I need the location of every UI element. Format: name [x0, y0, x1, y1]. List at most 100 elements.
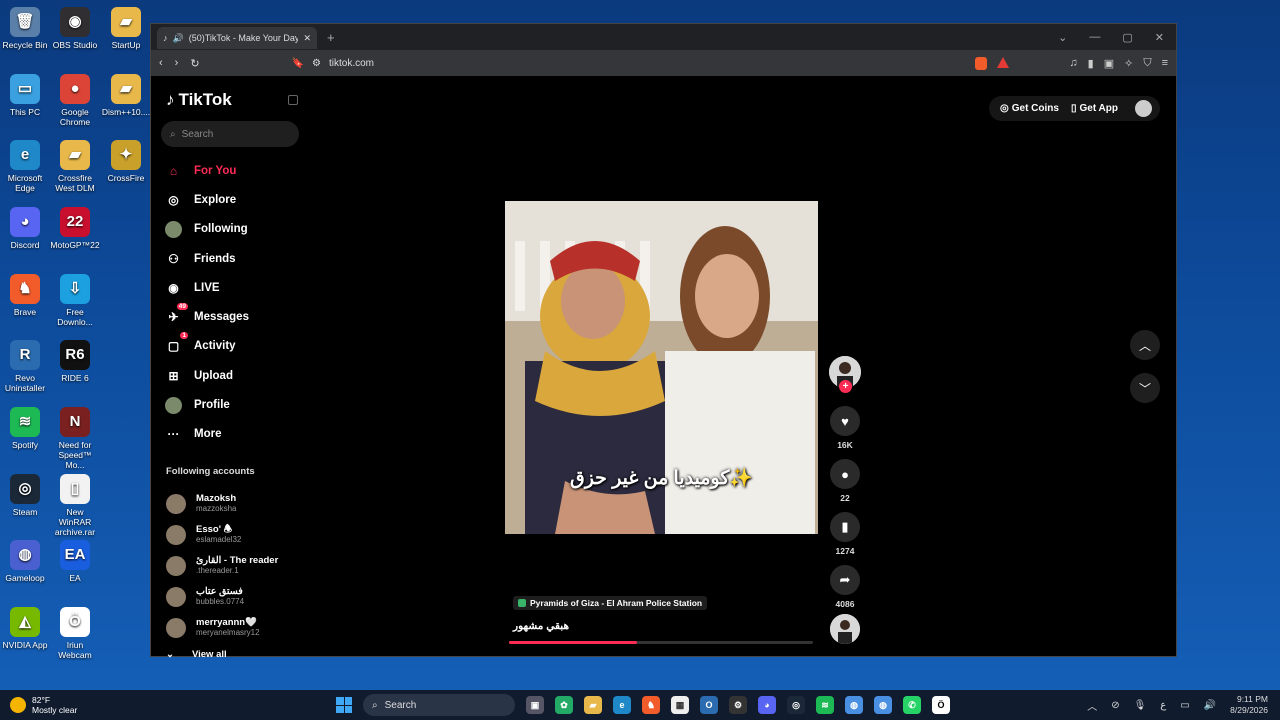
- desktop-icon[interactable]: Ö Iriun Webcam: [50, 607, 100, 660]
- nav-item[interactable]: ◉ LIVE: [165, 273, 249, 302]
- desktop-icon[interactable]: EA EA: [50, 540, 100, 583]
- file-explorer-icon[interactable]: ▰: [584, 696, 602, 714]
- bookmark-icon[interactable]: 🔖: [292, 58, 304, 69]
- search-input[interactable]: ⌕ Search: [161, 121, 299, 147]
- app-icon-2[interactable]: ◍: [874, 696, 892, 714]
- nav-item[interactable]: ◎ Explore: [165, 185, 249, 214]
- brave-rewards-icon[interactable]: [997, 56, 1010, 68]
- iriun-icon[interactable]: Ö: [932, 696, 950, 714]
- site-info-icon[interactable]: ⚙: [312, 58, 321, 69]
- desktop-icon[interactable]: ◕ Discord: [0, 207, 50, 250]
- weather-widget[interactable]: 82°F Mostly clear: [0, 695, 300, 715]
- following-account[interactable]: القارئ - The reader .thereader.1: [166, 550, 278, 581]
- whatsapp-icon[interactable]: ✆: [903, 696, 921, 714]
- video-progress-bar[interactable]: [509, 641, 813, 644]
- settings-icon[interactable]: ⚙: [729, 696, 747, 714]
- nav-item[interactable]: ⚇ Friends: [165, 244, 249, 273]
- desktop-icon[interactable]: ▭ This PC: [0, 74, 50, 117]
- display-icon[interactable]: ▭: [1180, 700, 1189, 711]
- close-tab-icon[interactable]: ✕: [303, 33, 311, 44]
- start-button[interactable]: [336, 697, 352, 713]
- desktop-icon[interactable]: ◉ OBS Studio: [50, 7, 100, 50]
- desktop-icon[interactable]: ◭ NVIDIA App: [0, 607, 50, 650]
- desktop-icon[interactable]: ≋ Spotify: [0, 407, 50, 450]
- nav-item[interactable]: ··· More: [165, 420, 249, 449]
- desktop-icon[interactable]: ▰ Crossfire West DLM: [50, 140, 100, 193]
- app-icon[interactable]: ◍: [845, 696, 863, 714]
- comment-button[interactable]: ●: [830, 459, 860, 489]
- desktop-icon[interactable]: N Need for Speed™ Mo...: [50, 407, 100, 470]
- like-button[interactable]: ♥: [830, 406, 860, 436]
- desktop-icon[interactable]: ✦ CrossFire: [101, 140, 151, 183]
- taskbar-search[interactable]: ⌕ Search: [363, 694, 515, 716]
- language-indicator[interactable]: ع: [1160, 700, 1166, 711]
- wallet-icon[interactable]: ▣: [1104, 57, 1114, 70]
- get-app-button[interactable]: ▯ Get App: [1068, 103, 1121, 114]
- next-video-button[interactable]: ﹀: [1130, 373, 1160, 403]
- brave-shields-icon[interactable]: [975, 56, 988, 70]
- clock[interactable]: 9:11 PM 8/29/2026: [1230, 694, 1268, 716]
- vpn-icon[interactable]: ⛉: [1143, 57, 1151, 70]
- tab-tiktok[interactable]: ♪ 🔊 (50)TikTok - Make Your Day ✕: [157, 27, 317, 49]
- save-button[interactable]: ▮: [830, 512, 860, 542]
- view-all-link[interactable]: ⌄ View all: [166, 649, 227, 660]
- reload-icon[interactable]: ↻: [190, 57, 199, 70]
- video-player[interactable]: كوميديا من غير حزق✨: [505, 201, 818, 534]
- spotify-icon[interactable]: ≋: [816, 696, 834, 714]
- desktop-icon[interactable]: ⇩ Free Downlo...: [50, 274, 100, 327]
- previous-video-button[interactable]: ︿: [1130, 330, 1160, 360]
- leo-ai-icon[interactable]: ✧: [1124, 57, 1133, 70]
- desktop-icon[interactable]: ▰ StartUp: [101, 7, 151, 50]
- desktop-icon[interactable]: ♞ Brave: [0, 274, 50, 317]
- audio-icon[interactable]: 🔊: [173, 33, 184, 44]
- network-off-icon[interactable]: ⊘: [1111, 700, 1119, 711]
- desktop-icon[interactable]: 🗑 Recycle Bin: [0, 7, 50, 50]
- desktop-icon[interactable]: R Revo Uninstaller: [0, 340, 50, 393]
- show-hidden-icons[interactable]: ︿: [1087, 698, 1097, 713]
- desktop-icon[interactable]: ◎ Steam: [0, 474, 50, 517]
- minimize-icon[interactable]: —: [1089, 31, 1100, 44]
- steam-icon[interactable]: ◎: [787, 696, 805, 714]
- nav-item[interactable]: ▢ 1 Activity: [165, 331, 249, 361]
- collapse-sidebar-icon[interactable]: [288, 95, 298, 105]
- edge-icon[interactable]: e: [613, 696, 631, 714]
- desktop-icon[interactable]: R6 RIDE 6: [50, 340, 100, 383]
- tab-search-icon[interactable]: ⌄: [1058, 31, 1067, 44]
- share-button[interactable]: ➦: [830, 565, 860, 595]
- nav-item[interactable]: Profile: [165, 390, 249, 419]
- discord-icon[interactable]: ◕: [758, 696, 776, 714]
- following-account[interactable]: Esso' 🕭 eslamadel32: [166, 519, 278, 550]
- desktop-icon[interactable]: ◍ Gameloop: [0, 540, 50, 583]
- close-window-icon[interactable]: ✕: [1155, 31, 1164, 44]
- following-account[interactable]: فستق عتاب bubbles.0774: [166, 581, 278, 612]
- brave-icon[interactable]: ♞: [642, 696, 660, 714]
- desktop-icon[interactable]: e Microsoft Edge: [0, 140, 50, 193]
- get-coins-button[interactable]: ◎ Get Coins: [997, 103, 1062, 114]
- store-icon[interactable]: ▦: [671, 696, 689, 714]
- new-tab-icon[interactable]: +: [327, 30, 335, 45]
- nav-item[interactable]: ⊞ Upload: [165, 361, 249, 390]
- user-avatar[interactable]: [1135, 100, 1152, 117]
- forward-icon[interactable]: ›: [175, 57, 179, 69]
- following-account[interactable]: Mazoksh mazzoksha: [166, 488, 278, 519]
- tiktok-logo[interactable]: ♪ TikTok: [166, 90, 232, 110]
- maximize-icon[interactable]: ▢: [1122, 31, 1132, 44]
- nav-item[interactable]: ✈ 49 Messages: [165, 302, 249, 331]
- back-icon[interactable]: ‹: [159, 57, 163, 69]
- url-field[interactable]: tiktok.com: [329, 58, 374, 69]
- nav-item[interactable]: ⌂ For You: [165, 156, 249, 185]
- following-account[interactable]: merryannn🤍 meryanelmasry12: [166, 612, 278, 643]
- desktop-icon[interactable]: ● Google Chrome: [50, 74, 100, 127]
- desktop-icon[interactable]: ▰ Dism++10....: [101, 74, 151, 117]
- location-tag[interactable]: Pyramids of Giza - El Ahram Police Stati…: [513, 596, 708, 610]
- media-icon[interactable]: ♫: [1069, 57, 1077, 70]
- widgets-icon[interactable]: ✿: [555, 696, 573, 714]
- microphone-icon[interactable]: 🎙: [1134, 700, 1147, 711]
- menu-icon[interactable]: ≡: [1162, 57, 1168, 70]
- task-view-icon[interactable]: ▣: [526, 696, 544, 714]
- desktop-icon[interactable]: 22 MotoGP™22: [50, 207, 100, 250]
- music-disc-avatar[interactable]: [830, 614, 860, 644]
- desktop-icon[interactable]: ▯ New WinRAR archive.rar: [50, 474, 100, 537]
- follow-plus-icon[interactable]: +: [839, 380, 852, 393]
- outlook-icon[interactable]: O: [700, 696, 718, 714]
